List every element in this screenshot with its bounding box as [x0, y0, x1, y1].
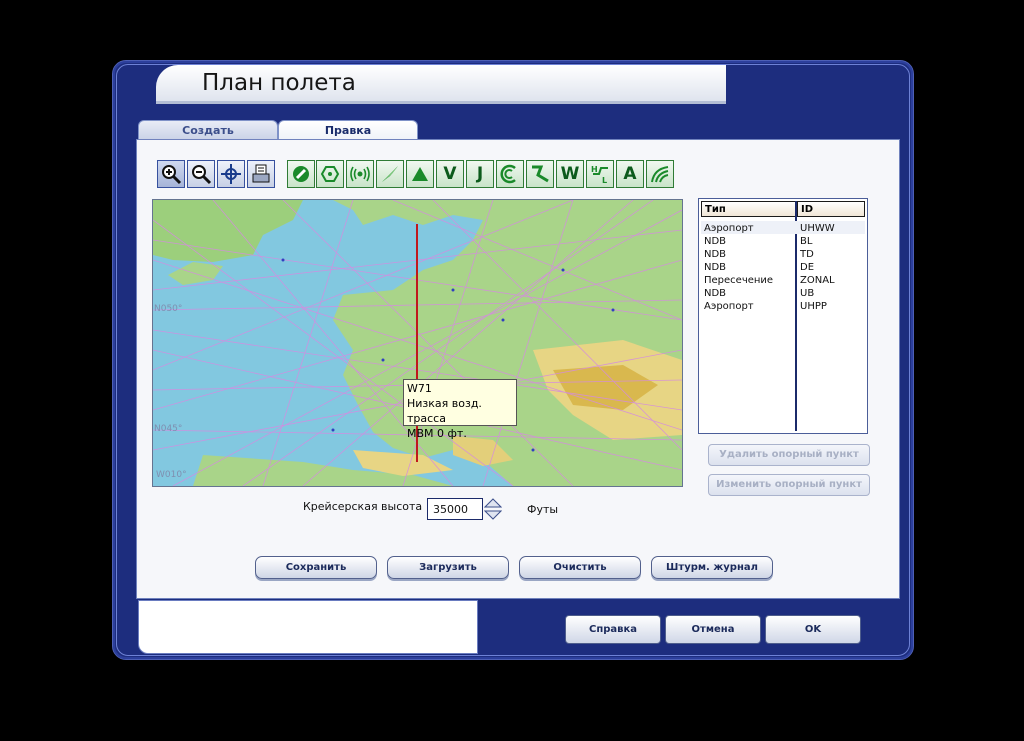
vor-filter-button[interactable]	[316, 160, 344, 188]
cruise-altitude-label: Крейсерская высота	[303, 500, 423, 513]
table-row-id[interactable]: UHWW	[800, 222, 835, 235]
waypoint-list[interactable]: Тип ID Аэропорт UHWW NDB BL NDB TD NDB D…	[698, 198, 868, 434]
tooltip-airway-type: Низкая возд. трасса	[407, 397, 482, 425]
ndb-filter-icon	[350, 166, 370, 182]
column-divider	[795, 201, 797, 431]
ok-button[interactable]: OK	[765, 615, 861, 644]
terrain-icon	[651, 166, 669, 183]
terrain-button[interactable]	[646, 160, 674, 188]
victor-airways-button[interactable]: V	[436, 160, 464, 188]
print-icon	[252, 164, 270, 183]
delete-waypoint-button[interactable]: Удалить опорный пункт	[708, 444, 870, 466]
status-area	[138, 600, 478, 654]
lat-label-n045: N045°	[154, 424, 183, 434]
airport-filter-icon	[293, 166, 309, 182]
table-row-id[interactable]: TD	[800, 248, 814, 261]
save-button[interactable]: Сохранить	[255, 556, 377, 579]
map-canvas	[153, 200, 682, 486]
tooltip-mea: МВМ 0 фт.	[407, 427, 467, 440]
hl-airways-icon: H L	[591, 165, 608, 185]
table-row-type[interactable]: NDB	[704, 287, 726, 300]
zoom-out-icon	[192, 165, 212, 185]
table-row-type[interactable]: NDB	[704, 261, 726, 274]
svg-text:L: L	[602, 176, 607, 185]
table-row-type[interactable]: Аэропорт	[704, 222, 754, 235]
table-row-id[interactable]: UB	[800, 287, 814, 300]
table-row-id[interactable]: UHPP	[800, 300, 827, 313]
table-row-type[interactable]: Аэропорт	[704, 300, 754, 313]
airspace-icon	[500, 164, 516, 184]
cancel-button[interactable]: Отмена	[665, 615, 761, 644]
help-button[interactable]: Справка	[565, 615, 661, 644]
jet-airways-icon: J	[476, 164, 484, 184]
waypoint-filter-button[interactable]: W	[556, 160, 584, 188]
tooltip-airway-id: W71	[407, 382, 432, 395]
hl-airways-button[interactable]: H L	[586, 160, 614, 188]
edit-waypoint-button[interactable]: Изменить опорный пункт	[708, 474, 870, 496]
table-row-id[interactable]: ZONAL	[800, 274, 835, 287]
victor-airways-icon: V	[443, 164, 457, 184]
table-row-id[interactable]: DE	[800, 261, 814, 274]
tab-create[interactable]: Создать	[138, 120, 278, 141]
route-icon	[532, 165, 549, 183]
zoom-in-icon	[162, 165, 182, 185]
ndb-filter-button[interactable]	[346, 160, 374, 188]
route-button[interactable]	[526, 160, 554, 188]
lon-label-w010: W010°	[156, 470, 187, 480]
waypoint-filter-icon: W	[560, 164, 580, 184]
center-icon	[221, 164, 241, 184]
flight-plan-map[interactable]	[152, 199, 683, 487]
zoom-in-button[interactable]	[157, 160, 185, 188]
column-header-id[interactable]: ID	[797, 201, 865, 217]
text-labels-button[interactable]: A	[616, 160, 644, 188]
svg-text:H: H	[591, 165, 598, 174]
table-row-type[interactable]: NDB	[704, 248, 726, 261]
intersection-filter-icon	[412, 167, 428, 181]
clear-button[interactable]: Очистить	[519, 556, 641, 579]
altitude-stepper[interactable]	[484, 497, 502, 521]
lat-label-n050: N050°	[154, 304, 183, 314]
table-row-type[interactable]: Пересечение	[704, 274, 773, 287]
table-row-type[interactable]: NDB	[704, 235, 726, 248]
print-button[interactable]	[247, 160, 275, 188]
intersection-filter-button[interactable]	[406, 160, 434, 188]
airport-filter-button[interactable]	[287, 160, 315, 188]
column-header-type[interactable]: Тип	[701, 201, 797, 217]
ils-filter-button[interactable]	[376, 160, 404, 188]
table-row-id[interactable]: BL	[800, 235, 812, 248]
zoom-out-button[interactable]	[187, 160, 215, 188]
navlog-button[interactable]: Штурм. журнал	[651, 556, 773, 579]
cruise-altitude-input[interactable]	[427, 498, 483, 520]
jet-airways-button[interactable]: J	[466, 160, 494, 188]
load-button[interactable]: Загрузить	[387, 556, 509, 579]
tab-edit[interactable]: Правка	[278, 120, 418, 141]
window-title: План полета	[202, 70, 356, 96]
altitude-unit-label: Футы	[527, 503, 559, 516]
text-labels-icon: A	[623, 164, 637, 184]
vor-filter-icon	[320, 166, 340, 182]
map-tooltip: W71 Низкая возд. трасса МВМ 0 фт.	[403, 379, 517, 440]
center-button[interactable]	[217, 160, 245, 188]
airspace-button[interactable]	[496, 160, 524, 188]
ils-filter-icon	[382, 166, 398, 182]
